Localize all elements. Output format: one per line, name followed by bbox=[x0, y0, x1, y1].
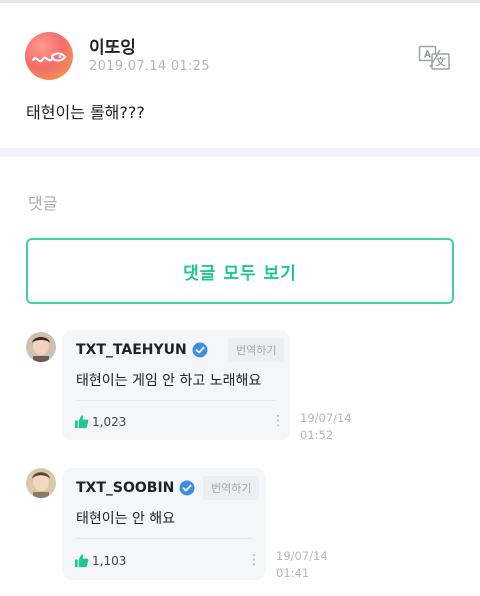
comment-text: 태현이는 게임 안 하고 노래해요 bbox=[76, 373, 262, 389]
comment-date-line2: 01:52 bbox=[300, 428, 334, 442]
svg-text:文: 文 bbox=[436, 56, 446, 69]
post-body: 태현이는 롤해??? bbox=[26, 103, 145, 122]
comment-bubble: TXT_TAEHYUN 번역하기 태현이는 게임 안 하고 노래해요 1,023… bbox=[62, 330, 290, 440]
section-divider bbox=[0, 148, 480, 157]
comment-username[interactable]: TXT_SOOBIN bbox=[76, 480, 195, 496]
commenter-avatar[interactable] bbox=[26, 468, 56, 498]
comment-translate-button[interactable]: 번역하기 bbox=[228, 338, 285, 362]
translate-icon: A 文 bbox=[418, 45, 450, 70]
comment-date: 19/07/14 01:41 bbox=[276, 548, 328, 582]
comment-date-line1: 19/07/14 bbox=[276, 549, 328, 563]
author-avatar[interactable] bbox=[25, 32, 73, 80]
avatar-photo-icon bbox=[26, 468, 56, 498]
more-options-icon[interactable]: ⋮ bbox=[247, 552, 261, 568]
comment-date: 19/07/14 01:52 bbox=[300, 410, 352, 444]
thumbs-up-icon bbox=[74, 554, 89, 568]
verified-badge-icon bbox=[179, 480, 195, 496]
thumbs-up-icon bbox=[74, 415, 89, 429]
comment-date-line1: 19/07/14 bbox=[300, 411, 352, 425]
translate-button[interactable]: A 文 bbox=[418, 45, 452, 71]
view-all-comments-button[interactable]: 댓글 모두 보기 bbox=[26, 238, 454, 304]
comments-title: 댓글 bbox=[28, 194, 58, 213]
comment-text: 태현이는 안 해요 bbox=[76, 511, 176, 527]
svg-text:A: A bbox=[424, 50, 431, 61]
comment-date-line2: 01:41 bbox=[276, 566, 310, 580]
like-button[interactable]: 1,103 bbox=[74, 553, 126, 568]
comment-translate-button[interactable]: 번역하기 bbox=[203, 476, 260, 500]
comment-username-text: TXT_TAEHYUN bbox=[76, 342, 187, 358]
like-button[interactable]: 1,023 bbox=[74, 414, 126, 429]
comment-separator bbox=[76, 400, 276, 401]
post-card: 이또잉 2019.07.14 01:25 A 文 태현이는 롤해??? bbox=[0, 3, 480, 148]
post-author[interactable]: 이또잉 bbox=[89, 33, 136, 58]
commenter-avatar[interactable] bbox=[26, 332, 56, 362]
like-count: 1,103 bbox=[92, 553, 127, 568]
comment-username-text: TXT_SOOBIN bbox=[76, 480, 175, 496]
more-options-icon[interactable]: ⋮ bbox=[271, 413, 285, 429]
comment-bubble: TXT_SOOBIN 번역하기 태현이는 안 해요 1,103 ⋮ bbox=[62, 468, 266, 580]
verified-badge-icon bbox=[192, 342, 208, 358]
comment-separator bbox=[76, 538, 252, 539]
like-count: 1,023 bbox=[92, 414, 127, 429]
post-date: 2019.07.14 01:25 bbox=[89, 59, 210, 74]
avatar-photo-icon bbox=[26, 332, 56, 362]
comment-username[interactable]: TXT_TAEHYUN bbox=[76, 342, 208, 358]
avatar-illustration-icon bbox=[31, 52, 67, 63]
